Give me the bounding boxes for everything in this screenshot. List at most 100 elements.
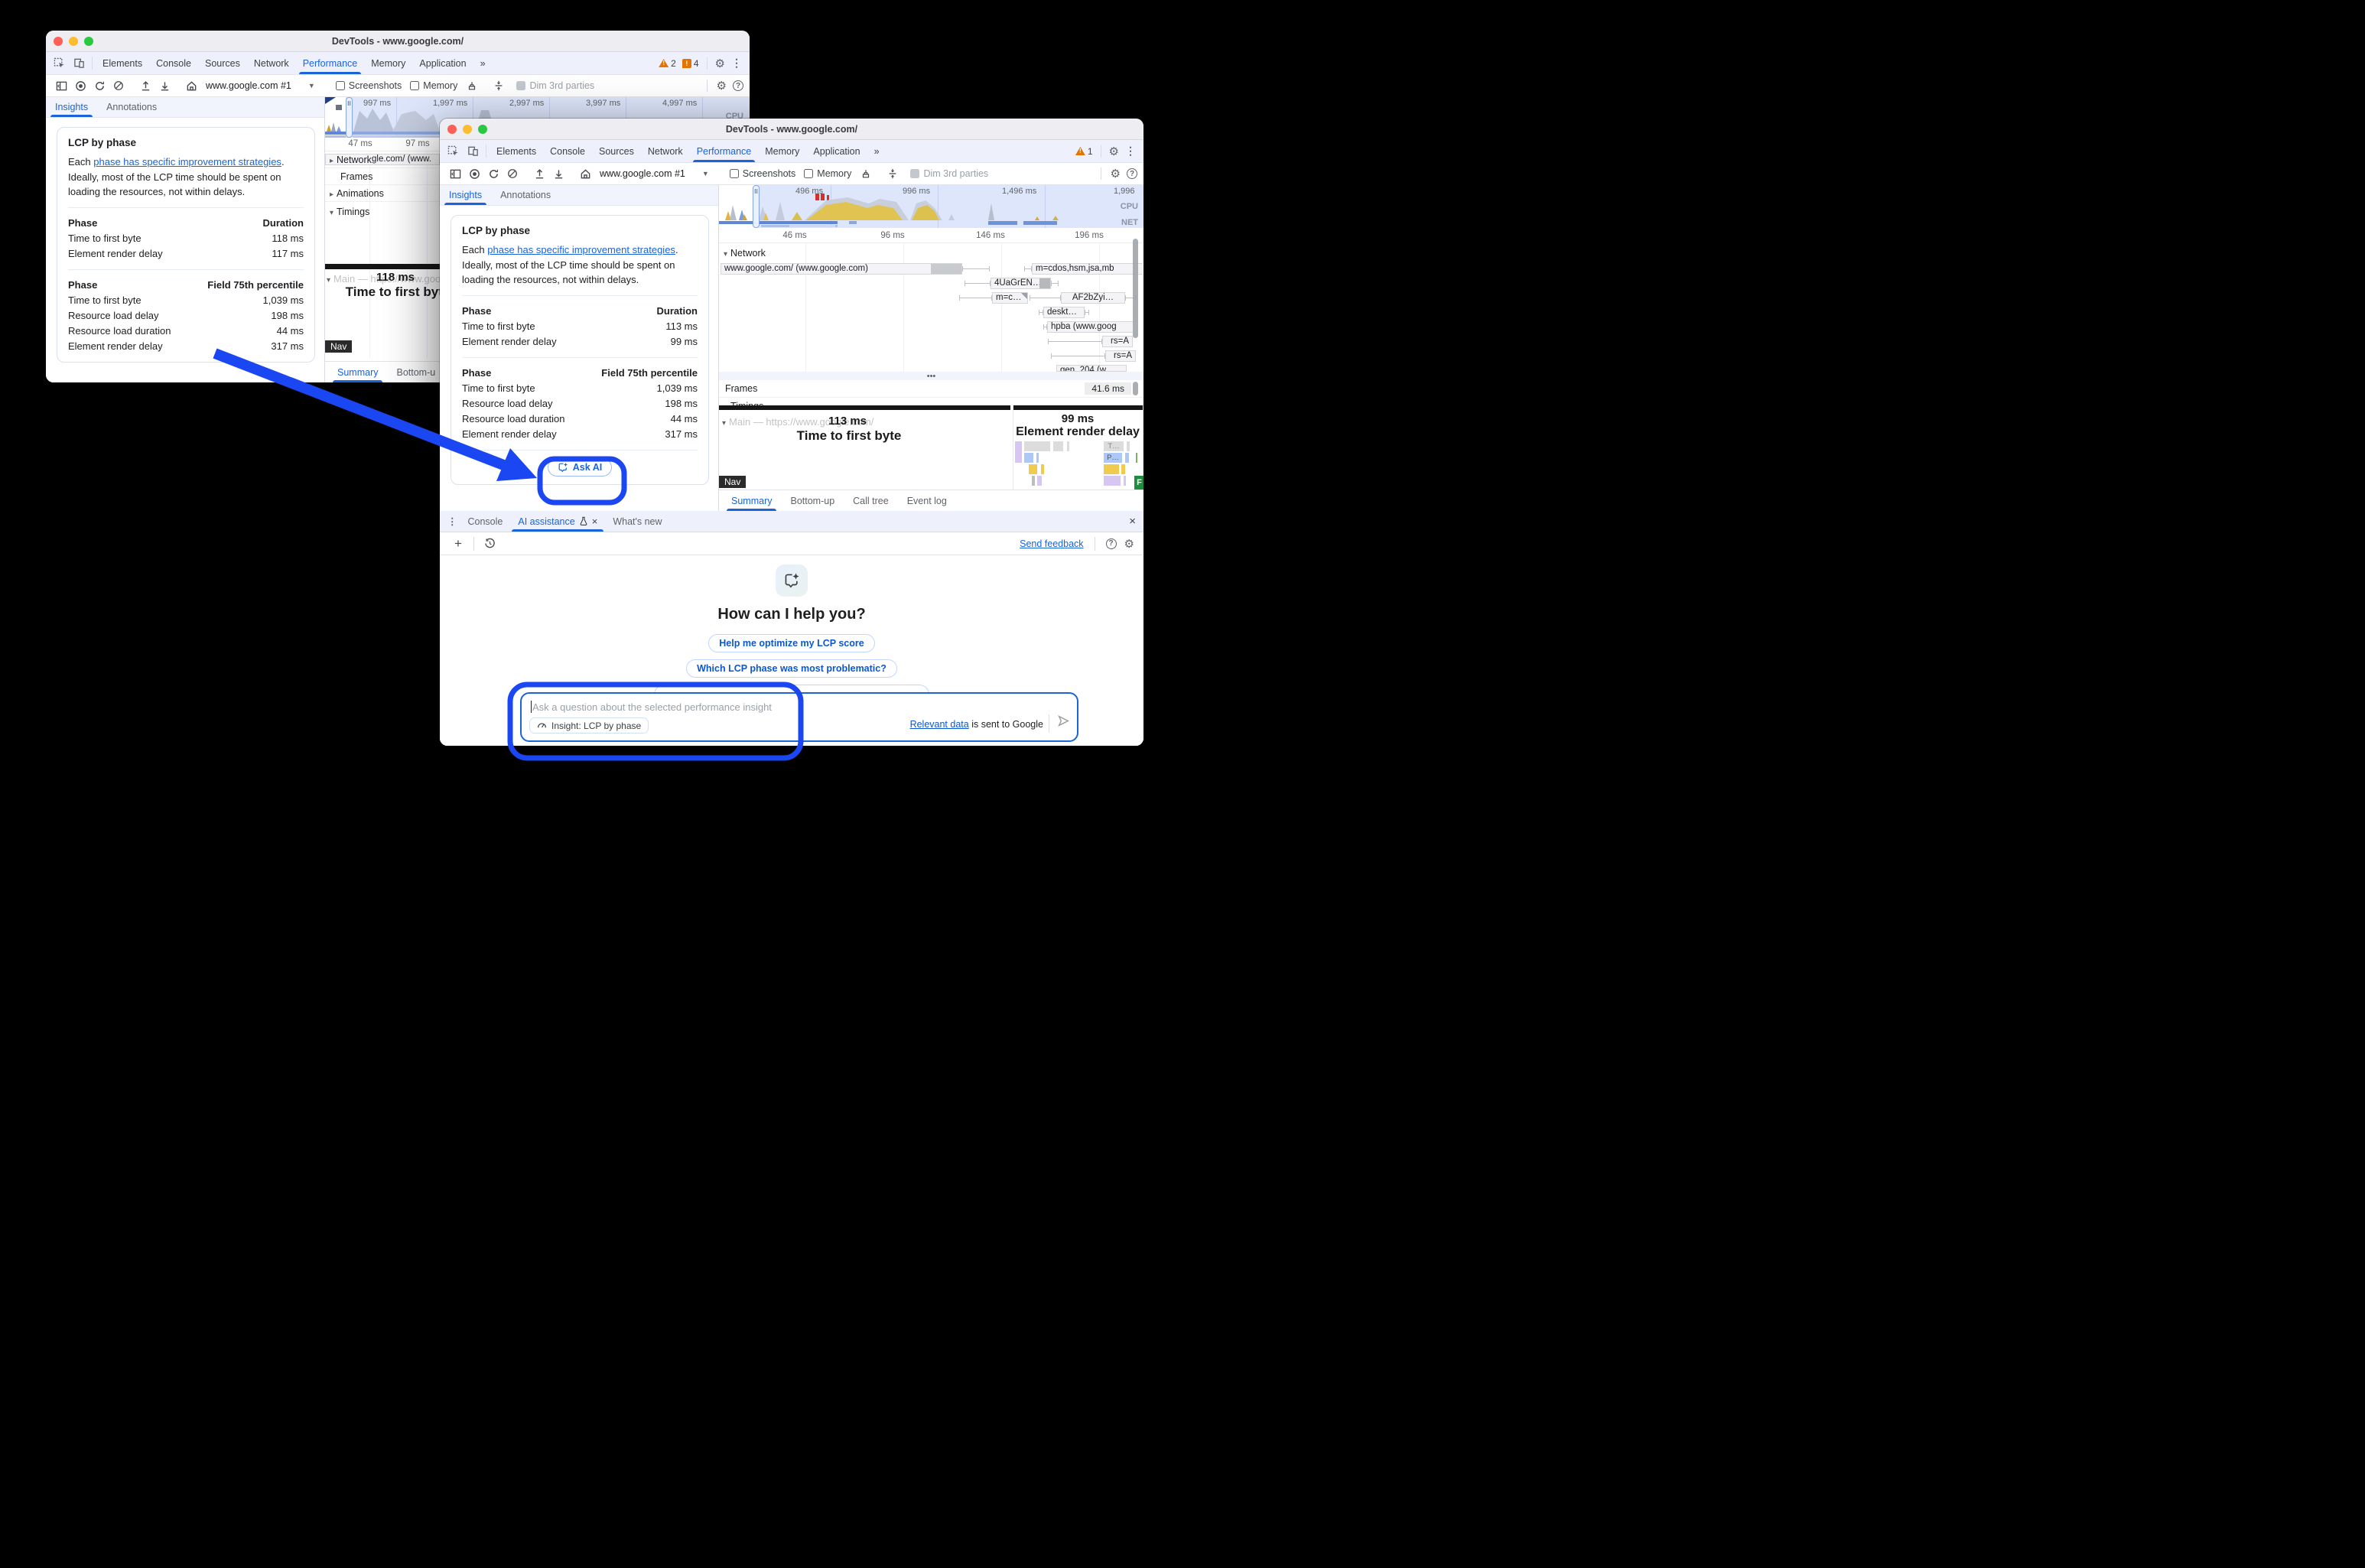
gc-brush-icon[interactable] [463, 76, 481, 95]
help-icon[interactable]: ? [1127, 168, 1137, 179]
tab-annotations[interactable]: Annotations [491, 185, 560, 205]
drawer-tab-console[interactable]: Console [460, 511, 511, 532]
flame-block[interactable] [1121, 464, 1125, 474]
download-profile-icon[interactable] [155, 76, 174, 95]
flame-block[interactable]: T… [1104, 441, 1124, 451]
tab-summary[interactable]: Summary [328, 362, 387, 382]
network-request[interactable]: rs=A [1105, 350, 1136, 362]
network-request[interactable]: hpba (www.goog [1047, 321, 1133, 333]
frames-scrollbar[interactable] [1133, 382, 1138, 395]
settings-gear-icon[interactable]: ⚙ [1109, 145, 1119, 158]
flame-block[interactable] [1024, 441, 1050, 451]
flame-block[interactable]: P… [1104, 453, 1122, 463]
memory-checkbox[interactable]: Memory [804, 168, 851, 179]
reload-record-icon[interactable] [484, 164, 503, 183]
toggle-sidebar-icon[interactable] [446, 164, 464, 183]
relevant-data-link[interactable]: Relevant data [910, 719, 969, 730]
network-scrollbar[interactable] [1133, 239, 1138, 338]
gc-brush-icon[interactable] [857, 164, 875, 183]
screenshots-checkbox[interactable]: Screenshots [730, 168, 795, 179]
inspect-icon[interactable] [443, 140, 463, 162]
zoom-window-button[interactable] [84, 37, 93, 46]
flame-block[interactable] [1029, 464, 1037, 474]
upload-profile-icon[interactable] [136, 76, 155, 95]
issues-badge[interactable]: ! 4 [682, 58, 699, 69]
minimize-window-button[interactable] [69, 37, 78, 46]
navigation-history-select[interactable]: www.google.com #1▼ [201, 80, 320, 91]
flame-block[interactable] [1104, 476, 1121, 486]
warnings-badge[interactable]: ! 1 [1075, 146, 1093, 157]
collapse-tracks-icon[interactable] [883, 164, 902, 183]
device-toolbar-icon[interactable] [463, 140, 483, 162]
track-resize-handle[interactable]: ••• [719, 372, 1143, 380]
capture-settings-gear-icon[interactable]: ⚙ [1111, 167, 1121, 181]
flame-block[interactable] [1032, 476, 1035, 486]
tab-sources[interactable]: Sources [592, 140, 641, 162]
improvement-strategies-link[interactable]: phase has specific improvement strategie… [93, 156, 281, 168]
navigation-history-select[interactable]: www.google.com #1▼ [595, 168, 714, 179]
minimap-left-handle[interactable]: II [346, 97, 353, 138]
timeline-minimap[interactable]: 496 ms 996 ms 1,496 ms 1,996 [719, 185, 1143, 228]
drawer-tab-ai-assistance[interactable]: AI assistance × [510, 511, 605, 532]
help-icon[interactable]: ? [1106, 538, 1117, 549]
lcp-by-phase-card[interactable]: LCP by phase Each phase has specific imp… [451, 215, 709, 485]
drawer-kebab-icon[interactable]: ⋮ [444, 511, 460, 532]
tab-application[interactable]: Application [412, 52, 473, 74]
flame-block[interactable] [1067, 441, 1069, 451]
minimize-window-button[interactable] [463, 125, 472, 134]
close-drawer-icon[interactable]: × [1129, 511, 1136, 532]
inspect-icon[interactable] [49, 52, 69, 74]
network-request[interactable]: rs=A [1102, 336, 1133, 347]
tab-insights[interactable]: Insights [440, 185, 491, 205]
tab-memory[interactable]: Memory [364, 52, 412, 74]
network-request[interactable]: AF2bZyi… [1061, 292, 1125, 304]
flame-block[interactable] [1104, 464, 1119, 474]
flame-block[interactable] [1015, 441, 1022, 463]
send-message-icon[interactable] [1057, 714, 1070, 731]
titlebar[interactable]: DevTools - www.google.com/ [440, 119, 1143, 140]
network-request[interactable]: 4UaGrEN… [991, 278, 1051, 289]
more-tabs-icon[interactable]: » [867, 140, 886, 162]
toggle-sidebar-icon[interactable] [52, 76, 70, 95]
zoom-window-button[interactable] [478, 125, 487, 134]
ai-question-input[interactable]: Ask a question about the selected perfor… [520, 692, 1078, 742]
tab-application[interactable]: Application [806, 140, 867, 162]
flame-block[interactable] [1036, 453, 1039, 463]
tab-network[interactable]: Network [247, 52, 296, 74]
tab-sources[interactable]: Sources [198, 52, 247, 74]
tab-bottom-up[interactable]: Bottom-up [781, 490, 844, 511]
network-request[interactable]: www.google.com/ (www.google.com) [721, 263, 962, 275]
track-frames[interactable]: Frames [719, 380, 1143, 398]
memory-checkbox[interactable]: Memory [410, 80, 457, 91]
settings-gear-icon[interactable]: ⚙ [1124, 537, 1134, 551]
record-icon[interactable] [71, 76, 89, 95]
tab-summary[interactable]: Summary [722, 490, 781, 511]
track-network[interactable]: Network [724, 248, 766, 259]
tab-annotations[interactable]: Annotations [97, 97, 166, 117]
flame-block[interactable] [1124, 476, 1126, 486]
more-tabs-icon[interactable]: » [473, 52, 493, 74]
network-request[interactable]: deskt… [1043, 307, 1085, 318]
home-icon[interactable] [576, 164, 594, 183]
upload-profile-icon[interactable] [530, 164, 548, 183]
flame-block[interactable] [1024, 453, 1033, 463]
flame-block[interactable] [1053, 441, 1063, 451]
tab-memory[interactable]: Memory [758, 140, 806, 162]
tab-event-log[interactable]: Event log [898, 490, 956, 511]
kebab-menu-icon[interactable]: ⋮ [1125, 145, 1136, 158]
network-request[interactable]: m=cdos,hsm,jsa,mb [1032, 263, 1143, 275]
tab-performance[interactable]: Performance [690, 140, 759, 162]
kebab-menu-icon[interactable]: ⋮ [731, 57, 742, 70]
ask-ai-button[interactable]: Ask AI [548, 458, 612, 477]
flame-block[interactable] [1127, 441, 1130, 451]
network-request[interactable]: m=c… [992, 292, 1028, 304]
tab-bottom-up[interactable]: Bottom-u [387, 362, 444, 382]
tab-network[interactable]: Network [641, 140, 690, 162]
close-window-button[interactable] [54, 37, 63, 46]
tab-elements[interactable]: Elements [96, 52, 149, 74]
home-icon[interactable] [182, 76, 200, 95]
tab-elements[interactable]: Elements [490, 140, 543, 162]
record-icon[interactable] [465, 164, 483, 183]
tab-console[interactable]: Console [149, 52, 198, 74]
suggestion-chip[interactable]: Which LCP phase was most problematic? [686, 659, 897, 678]
